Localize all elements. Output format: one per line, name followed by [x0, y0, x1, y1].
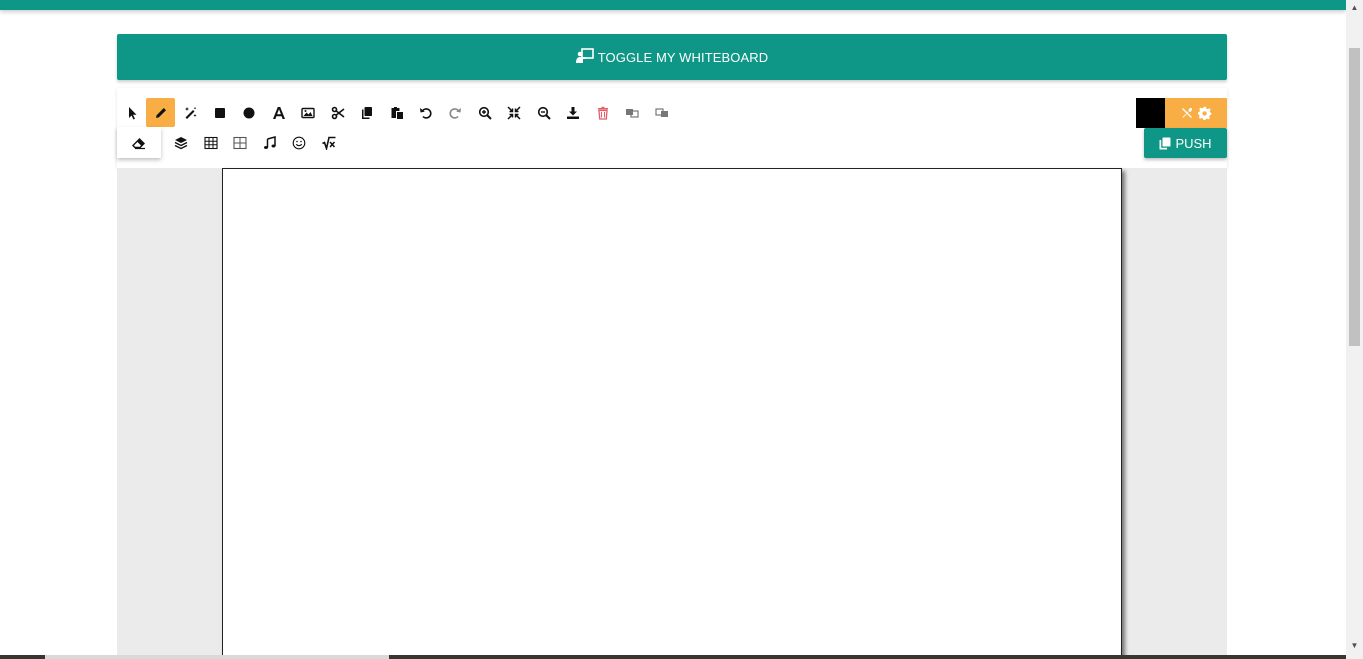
layers-tool[interactable] [166, 128, 195, 157]
gear-icon [1198, 106, 1212, 120]
scissors-icon [331, 106, 344, 119]
rectangle-tool[interactable] [205, 98, 234, 127]
toggle-whiteboard-label: TOGGLE MY WHITEBOARD [597, 49, 769, 65]
zoom-out-icon [537, 106, 551, 120]
scroll-up-arrow-icon[interactable]: ▲ [1350, 3, 1359, 12]
top-navbar [0, 0, 1346, 10]
send-backward-icon [654, 107, 668, 117]
bottom-strip-segment [45, 655, 389, 659]
bottom-strip [0, 655, 1346, 659]
image-icon [300, 107, 315, 118]
layers-icon [174, 136, 187, 149]
download-icon [566, 106, 579, 119]
copy-icon [1159, 137, 1171, 149]
send-backward-tool[interactable] [647, 98, 676, 127]
magic-wand-tool[interactable] [176, 98, 205, 127]
whiteboard-toolbar: PUSH [117, 88, 1227, 168]
square-root-icon [321, 136, 335, 150]
eraser-icon [132, 137, 145, 149]
circle-icon [243, 107, 254, 118]
undo-tool[interactable] [411, 98, 440, 127]
whiteboard-canvas[interactable] [222, 168, 1122, 659]
redo-tool[interactable] [440, 98, 469, 127]
scrollbar-thumb[interactable] [1349, 48, 1360, 346]
copy-tool[interactable] [352, 98, 381, 127]
text-icon [272, 106, 285, 119]
board-settings-button[interactable] [1165, 98, 1227, 128]
pencil-icon [155, 107, 166, 118]
grid-icon [232, 136, 247, 149]
push-label: PUSH [1175, 135, 1212, 151]
pointer-tool[interactable] [117, 98, 146, 127]
vertical-scrollbar[interactable]: ▲ ▼ [1346, 0, 1363, 659]
paste-tool[interactable] [382, 98, 411, 127]
compress-icon [506, 105, 521, 120]
text-tool[interactable] [264, 98, 293, 127]
emoji-tool[interactable] [284, 128, 313, 157]
trash-icon [597, 106, 608, 120]
circle-tool[interactable] [234, 98, 263, 127]
music-note-icon [263, 135, 276, 149]
eraser-tool[interactable] [117, 127, 161, 158]
page: TOGGLE MY WHITEBOARD PUSH [0, 0, 1346, 659]
math-formula-tool[interactable] [314, 128, 343, 157]
copy-icon [361, 106, 372, 119]
music-tool[interactable] [255, 128, 284, 157]
push-button[interactable]: PUSH [1144, 128, 1227, 158]
clear-board-tool[interactable] [588, 98, 617, 127]
pencil-tool[interactable] [146, 98, 175, 127]
paste-icon [391, 106, 403, 119]
whiteboard-area [117, 168, 1227, 659]
cut-tool[interactable] [323, 98, 352, 127]
toggle-whiteboard-button[interactable]: TOGGLE MY WHITEBOARD [117, 34, 1227, 80]
zoom-in-tool[interactable] [470, 98, 499, 127]
grid-tool[interactable] [225, 128, 254, 157]
zoom-in-icon [478, 106, 492, 120]
table-icon [203, 136, 218, 149]
magic-wand-icon [184, 106, 196, 119]
smiley-icon [292, 136, 305, 149]
square-icon [214, 107, 225, 118]
download-tool[interactable] [558, 98, 587, 127]
fit-zoom-tool[interactable] [499, 98, 528, 127]
bring-forward-icon [625, 108, 639, 118]
stroke-color-swatch[interactable] [1136, 98, 1165, 128]
zoom-out-tool[interactable] [529, 98, 558, 127]
scroll-down-arrow-icon[interactable]: ▼ [1350, 641, 1359, 650]
chalkboard-teacher-icon [575, 47, 594, 67]
table-tool[interactable] [196, 128, 225, 157]
image-tool[interactable] [293, 98, 322, 127]
tools-icon [1182, 108, 1192, 118]
bring-forward-tool[interactable] [617, 98, 646, 127]
undo-icon [419, 107, 432, 119]
redo-icon [448, 107, 461, 119]
pointer-icon [128, 106, 136, 119]
